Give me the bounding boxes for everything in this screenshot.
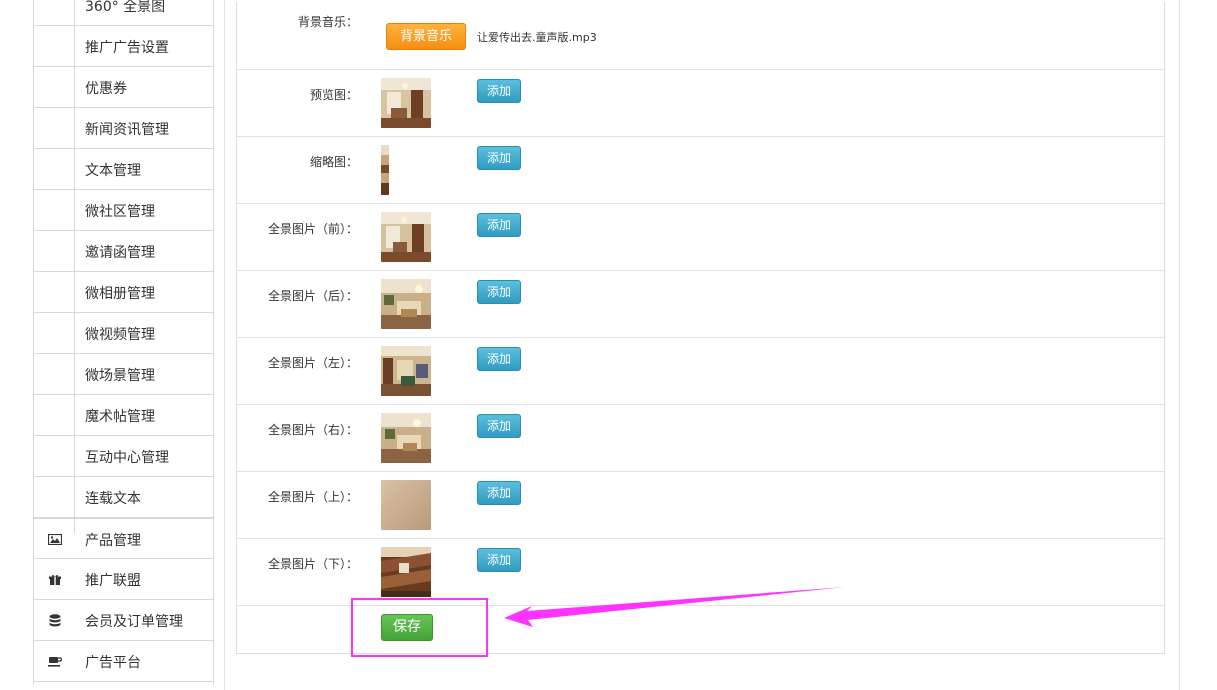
sidebar-item-label: 微相册管理 xyxy=(85,286,155,302)
sidebar-item-news[interactable]: 新闻资讯管理 xyxy=(34,108,213,149)
sidebar-item-videos[interactable]: 微视频管理 xyxy=(34,313,213,354)
sidebar-item-label: 会员及订单管理 xyxy=(85,614,183,630)
sidebar-item-label: 推广联盟 xyxy=(85,573,141,589)
add-preview-button[interactable]: 添加 xyxy=(477,79,521,103)
sidebar-item-label: 微社区管理 xyxy=(85,204,155,220)
preview-thumbnail xyxy=(381,78,431,128)
field-label: 全景图片（左）： xyxy=(267,356,358,370)
sidebar-item-members-orders[interactable]: 会员及订单管理 xyxy=(34,600,213,641)
sidebar-item-label: 微场景管理 xyxy=(85,368,155,384)
form-row-music: 背景音乐： 背景音乐 让爱传出去.童声版.mp3 xyxy=(237,2,1164,70)
sidebar-item-coupons[interactable]: 优惠券 xyxy=(34,67,213,108)
sidebar-item-label: 文本管理 xyxy=(85,163,141,179)
panorama-form: 背景音乐： 背景音乐 让爱传出去.童声版.mp3 预览图： 添加 缩略图： 添加… xyxy=(236,2,1165,654)
field-label: 全景图片（下）： xyxy=(267,557,358,571)
database-icon xyxy=(47,613,62,627)
sidebar-item-panorama[interactable]: 360° 全景图 xyxy=(34,0,213,26)
add-front-button[interactable]: 添加 xyxy=(477,213,521,237)
sidebar-item-affiliate[interactable]: 推广联盟 xyxy=(34,559,213,600)
field-label: 全景图片（后）： xyxy=(267,289,358,303)
form-row-preview: 预览图： 添加 xyxy=(237,70,1164,137)
music-filename: 让爱传出去.童声版.mp3 xyxy=(477,31,597,44)
sidebar-item-ad-settings[interactable]: 推广广告设置 xyxy=(34,26,213,67)
sidebar-item-label: 互动中心管理 xyxy=(85,450,169,466)
form-row-panorama-back: 全景图片（后）： 添加 xyxy=(237,271,1164,338)
sidebar-item-label: 连载文本 xyxy=(85,491,141,507)
sidebar-item-ad-platform[interactable]: 广告平台 xyxy=(34,641,213,682)
sidebar-item-label: 优惠券 xyxy=(85,81,127,97)
sidebar-item-label: 产品管理 xyxy=(85,533,141,549)
sidebar-item-magic-posts[interactable]: 魔术帖管理 xyxy=(34,395,213,436)
field-label: 全景图片（上）： xyxy=(267,490,358,504)
sidebar-item-invitations[interactable]: 邀请函管理 xyxy=(34,231,213,272)
gift-icon xyxy=(47,572,62,586)
form-row-panorama-front: 全景图片（前）： 添加 xyxy=(237,204,1164,271)
image-icon xyxy=(47,532,62,546)
sidebar-item-label: 360° 全景图 xyxy=(85,0,166,15)
panorama-front-thumbnail xyxy=(381,212,431,262)
panorama-right-thumbnail xyxy=(381,413,431,463)
add-right-button[interactable]: 添加 xyxy=(477,414,521,438)
panorama-left-thumbnail xyxy=(381,346,431,396)
add-top-button[interactable]: 添加 xyxy=(477,481,521,505)
add-left-button[interactable]: 添加 xyxy=(477,347,521,371)
sidebar-item-albums[interactable]: 微相册管理 xyxy=(34,272,213,313)
field-label: 全景图片（右）： xyxy=(267,423,358,437)
music-label: 背景音乐： xyxy=(297,15,358,29)
add-thumbnail-button[interactable]: 添加 xyxy=(477,146,521,170)
sidebar-item-products[interactable]: 产品管理 xyxy=(34,518,213,559)
panorama-back-thumbnail xyxy=(381,279,431,329)
background-music-button[interactable]: 背景音乐 xyxy=(386,23,466,50)
form-row-thumbnail: 缩略图： 添加 xyxy=(237,137,1164,204)
field-label: 全景图片（前）： xyxy=(267,222,358,236)
form-row-panorama-left: 全景图片（左）： 添加 xyxy=(237,338,1164,405)
sidebar: 360° 全景图 推广广告设置 优惠券 新闻资讯管理 文本管理 微社区管理 邀请… xyxy=(33,0,214,685)
thumbnail-image xyxy=(381,145,389,195)
sidebar-item-label: 微视频管理 xyxy=(85,327,155,343)
sidebar-item-label: 新闻资讯管理 xyxy=(85,122,169,138)
coffee-icon xyxy=(47,654,62,668)
form-row-panorama-top: 全景图片（上）： 添加 xyxy=(237,472,1164,539)
add-bottom-button[interactable]: 添加 xyxy=(477,548,521,572)
sidebar-item-text[interactable]: 文本管理 xyxy=(34,149,213,190)
form-row-panorama-bottom: 全景图片（下）： 添加 xyxy=(237,539,1164,606)
sidebar-item-community[interactable]: 微社区管理 xyxy=(34,190,213,231)
sidebar-item-serial-text[interactable]: 连载文本 xyxy=(34,477,213,518)
field-label: 缩略图： xyxy=(309,155,358,169)
sidebar-item-label: 邀请函管理 xyxy=(85,245,155,261)
sidebar-item-label: 推广广告设置 xyxy=(85,40,169,56)
sidebar-item-scenes[interactable]: 微场景管理 xyxy=(34,354,213,395)
sidebar-item-label: 广告平台 xyxy=(85,655,141,671)
panorama-top-thumbnail xyxy=(381,480,431,530)
annotation-highlight-box xyxy=(351,598,488,657)
form-row-panorama-right: 全景图片（右）： 添加 xyxy=(237,405,1164,472)
sidebar-item-interaction[interactable]: 互动中心管理 xyxy=(34,436,213,477)
panorama-bottom-thumbnail xyxy=(381,547,431,597)
sidebar-item-label: 魔术帖管理 xyxy=(85,409,155,425)
field-label: 预览图： xyxy=(309,88,358,102)
add-back-button[interactable]: 添加 xyxy=(477,280,521,304)
